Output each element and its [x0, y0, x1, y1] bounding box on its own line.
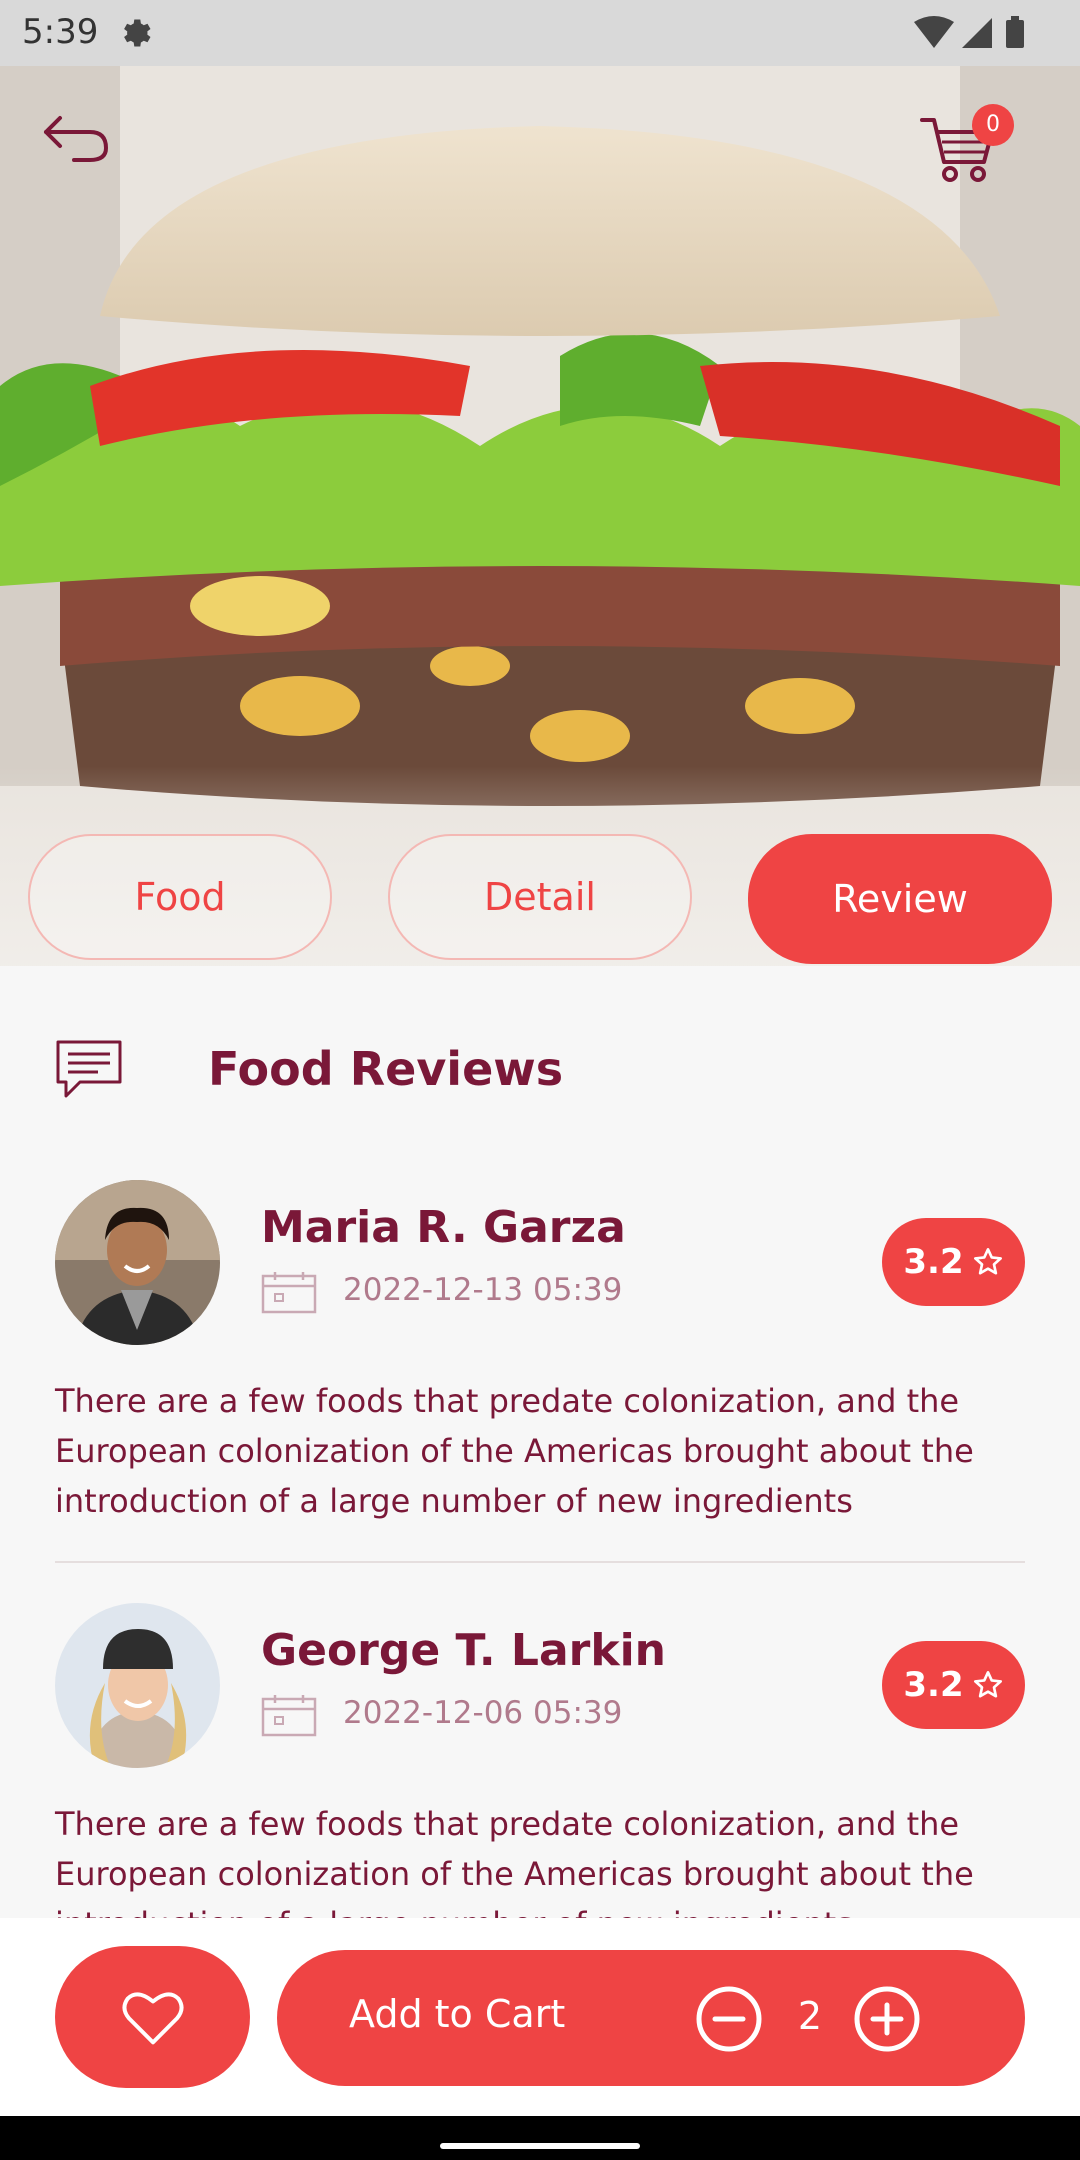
- review-text: There are a few foods that predate colon…: [55, 1382, 974, 1520]
- back-button[interactable]: [40, 112, 112, 168]
- signal-icon: [962, 18, 992, 48]
- battery-icon: [1006, 20, 1024, 48]
- decrease-quantity-button[interactable]: [695, 1985, 763, 2053]
- food-hero-image: [0, 66, 1080, 966]
- reviewer-name: Maria R. Garza: [261, 1202, 626, 1253]
- settings-gear-icon: [116, 15, 152, 55]
- rating-value: 3.2: [903, 1242, 964, 1282]
- bottom-action-bar: Add to Cart 2: [0, 1918, 1080, 2116]
- quantity-value: 2: [797, 1994, 823, 2038]
- avatar: [55, 1603, 220, 1768]
- star-icon: [973, 1248, 1002, 1275]
- cart-count-badge: 0: [972, 104, 1014, 146]
- heart-icon: [121, 1992, 184, 2045]
- status-time: 5:39: [22, 12, 99, 52]
- tab-food[interactable]: Food: [28, 834, 332, 960]
- system-navigation-bar: [0, 2116, 1080, 2160]
- tab-bar: Food Detail Review: [28, 834, 1052, 964]
- avatar: [55, 1180, 220, 1345]
- tab-detail[interactable]: Detail: [388, 834, 692, 960]
- review-text: There are a few foods that predate colon…: [55, 1805, 974, 1918]
- rating-badge: 3.2: [882, 1218, 1025, 1306]
- status-bar: 5:39: [0, 0, 1080, 66]
- add-to-cart-bar: Add to Cart 2: [277, 1950, 1025, 2086]
- reviews-panel[interactable]: Food Reviews Maria R. Garza 2022-12-13 0…: [0, 966, 1080, 1918]
- reviewer-name: George T. Larkin: [261, 1625, 667, 1676]
- calendar-icon: [261, 1270, 317, 1318]
- review-date: 2022-12-06 05:39: [343, 1695, 623, 1731]
- minus-circle-icon: [696, 1986, 762, 2052]
- system-status-icons: [912, 14, 1032, 58]
- section-title: Food Reviews: [208, 1042, 564, 1096]
- home-gesture-handle[interactable]: [440, 2143, 640, 2149]
- plus-circle-icon: [854, 1986, 920, 2052]
- increase-quantity-button[interactable]: [853, 1985, 921, 2053]
- review-date: 2022-12-13 05:39: [343, 1272, 623, 1308]
- review-item: Maria R. Garza 2022-12-13 05:39 3.2 Ther…: [55, 1180, 1025, 1520]
- back-arrow-icon: [44, 116, 109, 162]
- rating-badge: 3.2: [882, 1641, 1025, 1729]
- add-to-cart-button[interactable]: Add to Cart: [349, 1992, 565, 2036]
- rating-value: 3.2: [903, 1665, 964, 1705]
- tab-review[interactable]: Review: [748, 834, 1052, 964]
- star-icon: [973, 1671, 1002, 1698]
- comment-lines-icon: [54, 1038, 124, 1104]
- favorite-button[interactable]: [55, 1946, 250, 2088]
- divider: [55, 1561, 1025, 1563]
- calendar-icon: [261, 1693, 317, 1741]
- wifi-icon: [914, 16, 954, 48]
- review-item: George T. Larkin 2022-12-06 05:39 3.2 Th…: [55, 1603, 1025, 1918]
